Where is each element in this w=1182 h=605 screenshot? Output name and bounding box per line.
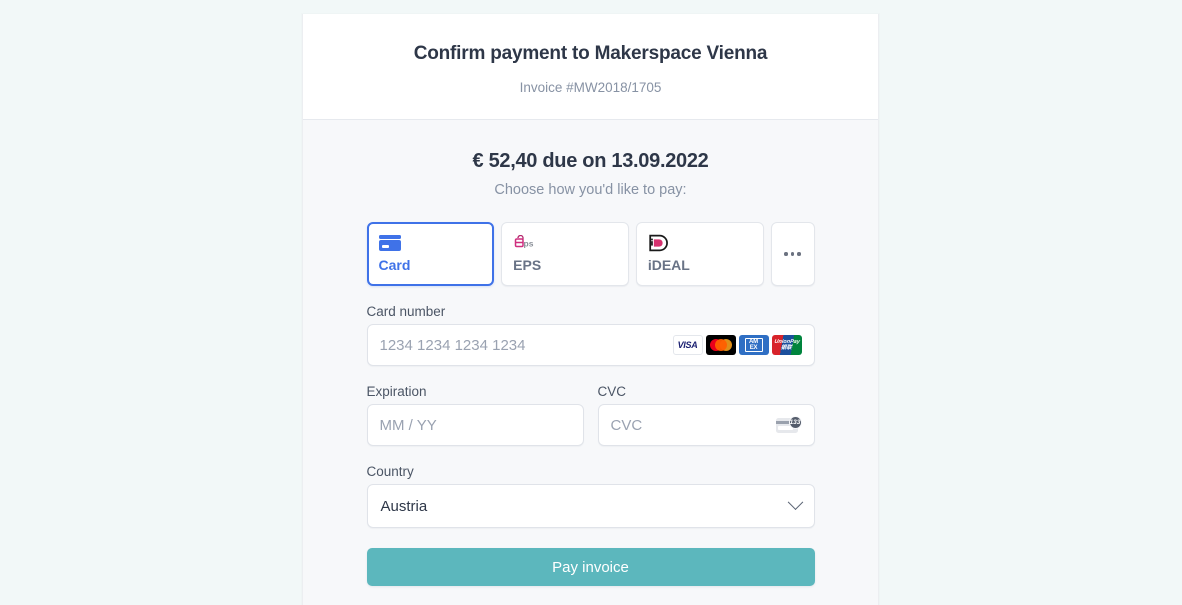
country-label: Country (366, 464, 414, 479)
card-number-label: Card number (366, 304, 446, 319)
card-number-input[interactable]: 1234 1234 1234 1234 (380, 337, 673, 354)
country-select[interactable]: Austria (366, 484, 815, 528)
accepted-card-brands: VISA AM EX UnionPay 银联 (672, 335, 802, 355)
checkout-card: Confirm payment to Makerspace Vienna Inv… (302, 14, 879, 605)
unionpay-icon: UnionPay 银联 (771, 335, 802, 355)
pay-invoice-button[interactable]: Pay invoice (366, 548, 815, 586)
card-number-field[interactable]: 1234 1234 1234 1234 VISA AM EX UnionPay 银联 (366, 324, 815, 366)
country-selected-value: Austria (380, 497, 428, 515)
expiration-label: Expiration (366, 384, 427, 399)
checkout-header: Confirm payment to Makerspace Vienna Inv… (303, 14, 878, 120)
payment-method-ideal[interactable]: iDEAL (635, 222, 764, 286)
page-title: Confirm payment to Makerspace Vienna (413, 43, 768, 64)
payment-method-card-label: Card (378, 257, 411, 273)
cvc-input[interactable]: CVC (611, 417, 776, 434)
ellipsis-icon (784, 252, 801, 256)
amount-due: € 52,40 due on 13.09.2022 (472, 150, 709, 172)
invoice-reference: Invoice #MW2018/1705 (519, 80, 662, 95)
payment-method-ideal-label: iDEAL (647, 257, 690, 273)
payment-method-tabs: Card ps EPS iDEAL (366, 222, 815, 286)
expiration-input[interactable]: MM / YY (380, 417, 571, 434)
ideal-logo-icon (648, 232, 752, 254)
amex-icon: AM EX (738, 335, 769, 355)
cvc-field[interactable]: CVC 133 (597, 404, 815, 446)
svg-text:ps: ps (524, 239, 534, 249)
cvc-group: CVC CVC 133 (597, 366, 815, 446)
payment-method-eps-label: EPS (513, 257, 542, 273)
expiry-cvc-row: Expiration MM / YY CVC CVC 133 (366, 366, 815, 446)
checkout-body: € 52,40 due on 13.09.2022 Choose how you… (303, 120, 878, 605)
expiration-field[interactable]: MM / YY (366, 404, 584, 446)
visa-icon: VISA (672, 335, 703, 355)
chevron-down-icon (787, 493, 803, 510)
mastercard-icon (705, 335, 736, 355)
payment-method-card[interactable]: Card (366, 222, 495, 286)
choose-payment-prompt: Choose how you'd like to pay: (494, 182, 687, 198)
expiration-group: Expiration MM / YY (366, 366, 584, 446)
eps-logo-icon: ps (513, 232, 617, 254)
credit-card-icon (378, 232, 483, 254)
payment-form: Card ps EPS iDEAL Card number 1234 1234 … (366, 222, 815, 586)
payment-method-eps[interactable]: ps EPS (501, 222, 629, 286)
more-payment-methods-button[interactable] (770, 222, 815, 286)
checkout-page: Confirm payment to Makerspace Vienna Inv… (0, 0, 1182, 605)
cvc-label: CVC (597, 384, 627, 399)
cvc-hint-icon: 133 (775, 416, 802, 434)
